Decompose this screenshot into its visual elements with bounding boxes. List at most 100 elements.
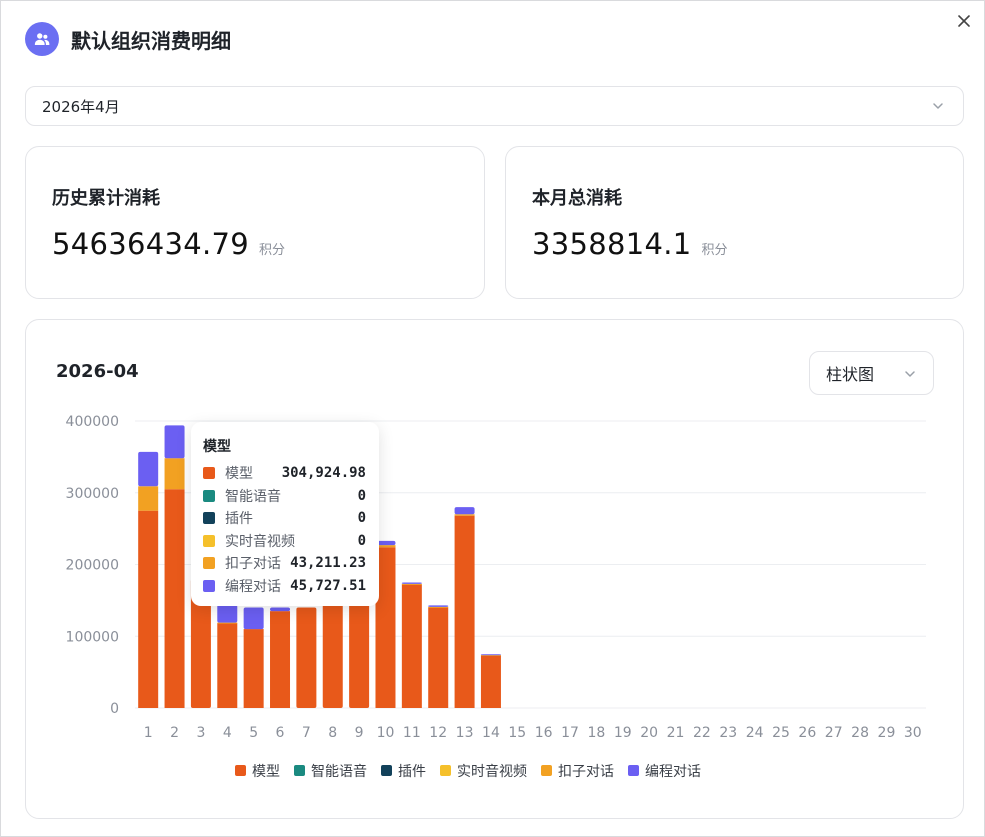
bar-segment bbox=[164, 489, 185, 708]
legend-item: 智能语音 bbox=[311, 763, 367, 780]
bar-segment bbox=[138, 451, 159, 487]
tooltip-swatch bbox=[203, 557, 215, 570]
tooltip-series-name: 编程对话 bbox=[225, 578, 281, 595]
bar-segment bbox=[164, 425, 185, 459]
tooltip-series-value: 304,924.98 bbox=[281, 465, 366, 482]
bar-segment bbox=[480, 655, 501, 708]
bar-segment bbox=[454, 515, 475, 708]
x-tick-label: 18 bbox=[588, 725, 606, 741]
tooltip-row: 插件 0 bbox=[203, 507, 366, 530]
x-tick-label: 16 bbox=[535, 725, 553, 741]
y-tick-label: 0 bbox=[110, 701, 119, 717]
legend-item: 插件 bbox=[398, 764, 426, 780]
x-tick-label: 8 bbox=[328, 725, 337, 741]
bar-segment bbox=[243, 629, 264, 708]
bar-segment bbox=[401, 584, 422, 708]
tooltip-rows: 模型 304,924.98 智能语音 0 插件 0 实时音视频 0 扣子对话 43,211.23 编… bbox=[203, 462, 366, 597]
bar-segment bbox=[270, 607, 291, 612]
x-tick-label: 5 bbox=[249, 725, 258, 741]
x-tick-label: 13 bbox=[456, 725, 474, 741]
tooltip-series-name: 智能语音 bbox=[225, 488, 281, 505]
x-tick-label: 3 bbox=[196, 725, 205, 741]
bar-segment bbox=[243, 607, 264, 630]
x-tick-label: 11 bbox=[403, 725, 421, 741]
x-tick-label: 28 bbox=[851, 725, 869, 741]
dialog: 默认组织消费明细 2026年4月 历史累计消耗 54636434.79 积分 本… bbox=[0, 0, 985, 837]
x-tick-label: 1 bbox=[144, 725, 153, 741]
tooltip-series-value: 43,211.23 bbox=[290, 555, 366, 572]
tooltip-swatch bbox=[203, 579, 215, 592]
tooltip-series-name: 模型 bbox=[225, 466, 253, 483]
bar-segment bbox=[138, 486, 159, 511]
legend-item: 模型 bbox=[252, 764, 280, 780]
legend-swatch bbox=[294, 765, 305, 776]
legend-swatch bbox=[628, 765, 639, 776]
x-tick-label: 12 bbox=[429, 725, 447, 741]
legend-item: 扣子对话 bbox=[558, 764, 614, 780]
x-tick-label: 24 bbox=[746, 725, 764, 741]
x-tick-label: 9 bbox=[355, 725, 364, 741]
bar-segment bbox=[217, 623, 238, 708]
x-tick-label: 14 bbox=[482, 725, 500, 741]
tooltip-series-name: 插件 bbox=[225, 511, 253, 528]
tooltip-row: 扣子对话 43,211.23 bbox=[203, 552, 366, 575]
y-tick-label: 200000 bbox=[66, 558, 119, 574]
tooltip-row: 智能语音 0 bbox=[203, 485, 366, 508]
tooltip-series-name: 实时音视频 bbox=[225, 533, 295, 550]
bar-segment bbox=[428, 607, 449, 708]
x-tick-label: 23 bbox=[719, 725, 737, 741]
x-tick-label: 27 bbox=[825, 725, 843, 741]
x-tick-label: 6 bbox=[276, 725, 285, 741]
bar-segment bbox=[217, 604, 238, 623]
bar-segment bbox=[401, 583, 422, 585]
chart-tooltip: 模型 模型 304,924.98 智能语音 0 插件 0 实时音视频 0 扣子对话 43,211.… bbox=[191, 422, 379, 606]
x-tick-label: 7 bbox=[302, 725, 311, 741]
x-tick-label: 21 bbox=[667, 725, 685, 741]
x-tick-label: 17 bbox=[561, 725, 579, 741]
x-tick-label: 20 bbox=[640, 725, 658, 741]
bar-segment bbox=[428, 606, 449, 608]
bar-segment bbox=[428, 605, 449, 607]
legend-item: 编程对话 bbox=[645, 764, 701, 780]
tooltip-series-name: 扣子对话 bbox=[225, 556, 281, 573]
x-tick-label: 25 bbox=[772, 725, 790, 741]
tooltip-series-value: 0 bbox=[357, 532, 366, 549]
y-tick-label: 100000 bbox=[66, 629, 119, 645]
legend-swatch bbox=[235, 765, 246, 776]
bar-segment bbox=[164, 458, 185, 490]
tooltip-swatch bbox=[203, 489, 215, 502]
y-tick-label: 300000 bbox=[66, 486, 119, 502]
bar-segment bbox=[349, 600, 370, 708]
tooltip-swatch bbox=[203, 467, 215, 480]
tooltip-swatch bbox=[203, 512, 215, 525]
bar-segment bbox=[322, 603, 343, 708]
x-tick-label: 22 bbox=[693, 725, 711, 741]
x-tick-label: 19 bbox=[614, 725, 632, 741]
x-tick-label: 15 bbox=[508, 725, 526, 741]
tooltip-series-value: 0 bbox=[357, 487, 366, 504]
x-tick-label: 4 bbox=[223, 725, 232, 741]
tooltip-title: 模型 bbox=[203, 439, 231, 455]
bar-segment bbox=[401, 582, 422, 584]
x-tick-label: 30 bbox=[904, 725, 922, 741]
tooltip-series-value: 45,727.51 bbox=[290, 577, 366, 594]
bar-segment bbox=[217, 622, 238, 624]
tooltip-series-value: 0 bbox=[357, 510, 366, 527]
stacked-bar-chart: 01000002000003000004000001 2 3 4 5 6 7 8 9 10 11 12… bbox=[66, 414, 926, 780]
bar-segment bbox=[296, 607, 317, 708]
tooltip-row: 模型 304,924.98 bbox=[203, 462, 366, 485]
bar-segment bbox=[480, 654, 501, 656]
y-tick-label: 400000 bbox=[66, 414, 119, 430]
x-tick-label: 2 bbox=[170, 725, 179, 741]
bar-segment bbox=[454, 507, 475, 515]
x-tick-label: 26 bbox=[798, 725, 816, 741]
bar-segment bbox=[138, 510, 159, 708]
legend-swatch bbox=[541, 765, 552, 776]
legend-swatch bbox=[381, 765, 392, 776]
bar-segment bbox=[270, 611, 291, 708]
x-tick-label: 29 bbox=[878, 725, 896, 741]
bar-segment bbox=[454, 514, 475, 516]
legend-swatch bbox=[440, 765, 451, 776]
legend-item: 实时音视频 bbox=[457, 763, 527, 780]
tooltip-row: 实时音视频 0 bbox=[203, 530, 366, 553]
